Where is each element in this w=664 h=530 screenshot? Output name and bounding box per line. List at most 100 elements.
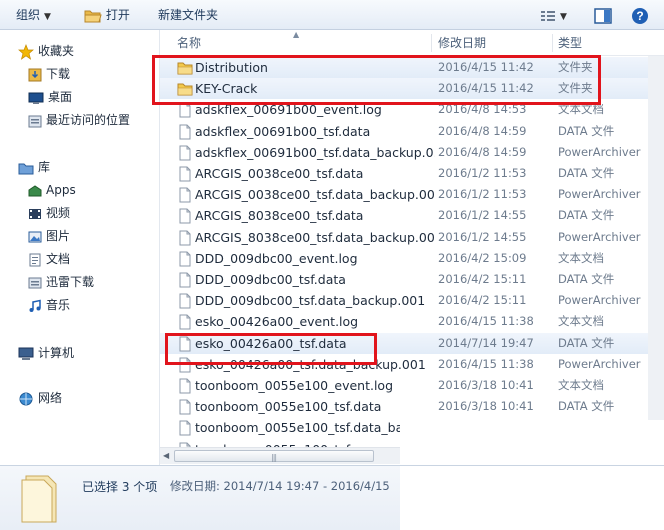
file-type: 文本文档	[558, 314, 604, 329]
file-name: ARCGIS_0038ce00_tsf.data_backup.001	[195, 187, 435, 203]
grip-icon: |||	[271, 453, 277, 462]
file-row[interactable]: toonboom_0055e100_event.log 2016/3/18 10:…	[160, 375, 664, 396]
file-row[interactable]: ARCGIS_8038ce00_tsf.data_backup.001 2016/…	[160, 227, 664, 248]
file-row[interactable]: ARCGIS_0038ce00_tsf.data 2016/1/2 11:53 DA…	[160, 163, 664, 184]
file-modified-date: 2016/3/18 10:41	[438, 378, 534, 392]
apps-library-icon	[28, 184, 42, 196]
file-row[interactable]: adskflex_00691b00_tsf.data_backup.0... 20…	[160, 142, 664, 163]
column-divider[interactable]	[431, 34, 432, 52]
file-name: ARCGIS_8038ce00_tsf.data	[195, 208, 364, 224]
file-name: DDD_009dbc00_event.log	[195, 250, 358, 266]
file-name: toonboom_0055e100_event.log	[195, 378, 394, 393]
file-modified-date: 2016/1/2 14:55	[438, 208, 527, 223]
video-library-icon	[29, 208, 41, 219]
file-row[interactable]: ARCGIS_8038ce00_tsf.data 2016/1/2 14:55 DA…	[160, 205, 664, 226]
file-icon	[179, 399, 191, 415]
chevron-down-icon: ▼	[44, 12, 51, 22]
file-icon	[179, 251, 191, 267]
new-folder-label: 新建文件夹	[158, 8, 219, 22]
scroll-left-icon[interactable]: ◀	[163, 451, 169, 460]
file-row[interactable]: adskflex_00691b00_tsf.data 2016/4/8 14:59…	[160, 121, 664, 142]
file-modified-date: 2016/4/15 11:38	[438, 314, 534, 329]
horizontal-scroll-thumb[interactable]: |||	[174, 450, 374, 462]
nav-network[interactable]: 网络	[18, 387, 62, 409]
nav-pictures[interactable]: 图片	[28, 225, 70, 247]
nav-apps[interactable]: Apps	[28, 179, 76, 201]
file-icon	[179, 145, 191, 161]
horizontal-scrollbar[interactable]: ◀ |||	[160, 447, 400, 464]
nav-desktop-label: 桌面	[48, 90, 73, 104]
vertical-scrollbar[interactable]	[648, 56, 664, 436]
thunder-downloads-icon	[28, 277, 42, 288]
file-type: 文本文档	[558, 250, 604, 265]
network-icon	[19, 392, 33, 405]
nav-music-label: 音乐	[46, 298, 71, 312]
file-name: adskflex_00691b00_tsf.data_backup.0...	[195, 144, 435, 160]
chevron-down-icon: ▼	[560, 12, 567, 22]
open-folder-icon	[84, 10, 102, 22]
nav-favorites[interactable]: 收藏夹	[18, 40, 74, 62]
column-header-name[interactable]: 名称	[177, 30, 201, 56]
preview-pane-icon	[594, 7, 612, 24]
nav-desktop[interactable]: 桌面	[28, 86, 72, 108]
nav-videos[interactable]: 视频	[28, 202, 70, 224]
nav-computer[interactable]: 计算机	[18, 342, 74, 364]
file-row[interactable]: toonboom_0055e100_tsf.data 2016/3/18 10:4…	[160, 396, 664, 417]
file-type: 文本文档	[558, 378, 604, 392]
file-modified-date: 2016/1/2 11:53	[438, 187, 527, 202]
file-type: DATA 文件	[558, 123, 615, 138]
file-row[interactable]: ARCGIS_0038ce00_tsf.data_backup.001 2016/…	[160, 184, 664, 205]
file-row[interactable]: DDD_009dbc00_event.log 2016/4/2 15:09 文本文档	[160, 248, 664, 269]
preview-pane-button[interactable]	[594, 0, 612, 30]
nav-favorites-label: 收藏夹	[38, 44, 75, 58]
nav-downloads[interactable]: 下载	[28, 63, 70, 85]
new-folder-button[interactable]: 新建文件夹	[158, 0, 218, 30]
navigation-pane: 收藏夹 下载 桌面 最近访问的位置 库 Apps 视频 图片 文档 迅雷下载 音…	[0, 30, 160, 465]
highlight-box-esko-file	[165, 333, 377, 365]
music-note-icon	[29, 299, 41, 312]
file-type: DATA 文件	[558, 399, 615, 414]
file-modified-date: 2014/7/14 19:47	[438, 335, 534, 350]
nav-music[interactable]: 音乐	[28, 294, 70, 316]
file-type: PowerArchiver	[558, 229, 641, 244]
column-header-date[interactable]: 修改日期	[438, 30, 486, 56]
file-icon	[179, 208, 191, 224]
column-header-row: 名称 ▲ 修改日期 类型	[160, 30, 664, 56]
view-options-button[interactable]: ▼	[540, 0, 567, 30]
nav-network-label: 网络	[38, 391, 63, 405]
svg-text:?: ?	[636, 9, 643, 23]
nav-libraries[interactable]: 库	[18, 156, 50, 178]
nav-libraries-label: 库	[38, 160, 51, 174]
column-divider[interactable]	[552, 34, 553, 52]
file-icon	[179, 187, 191, 203]
file-row[interactable]: esko_00426a00_event.log 2016/4/15 11:38 文本…	[160, 311, 664, 332]
nav-pictures-label: 图片	[46, 229, 71, 243]
help-button[interactable]: ?	[631, 0, 649, 30]
file-name: ARCGIS_0038ce00_tsf.data	[195, 166, 364, 181]
organize-button[interactable]: 组织 ▼	[16, 0, 51, 30]
file-modified-date: 2016/4/8 14:59	[438, 123, 527, 138]
file-modified-date: 2016/3/18 10:41	[438, 399, 534, 414]
nav-documents[interactable]: 文档	[28, 248, 70, 270]
nav-apps-label: Apps	[46, 183, 76, 197]
desktop-icon	[28, 92, 44, 104]
downloads-folder-icon	[28, 68, 42, 81]
file-modified-date: 2016/4/15 11:38	[438, 356, 534, 371]
pictures-library-icon	[28, 231, 42, 242]
nav-computer-label: 计算机	[38, 346, 75, 360]
open-button[interactable]: 打开	[84, 0, 130, 30]
details-pane: 已选择 3 个项 修改日期: 2014/7/14 19:47 - 2016/4/…	[0, 465, 664, 530]
nav-thunder-label: 迅雷下载	[46, 275, 95, 289]
nav-documents-label: 文档	[46, 252, 71, 266]
column-header-type[interactable]: 类型	[558, 30, 582, 56]
file-name: DDD_009dbc00_tsf.data	[195, 272, 346, 287]
nav-thunder-downloads[interactable]: 迅雷下载	[28, 271, 94, 293]
file-name: ARCGIS_8038ce00_tsf.data_backup.001	[195, 229, 435, 245]
file-modified-date: 2016/1/2 14:55	[438, 229, 527, 244]
file-row[interactable]: DDD_009dbc00_tsf.data_backup.001 2016/4/2…	[160, 290, 664, 311]
open-label: 打开	[105, 8, 130, 22]
view-details-icon	[541, 10, 555, 21]
file-modified-date: 2016/4/2 15:11	[438, 272, 527, 286]
nav-recent-places[interactable]: 最近访问的位置	[28, 109, 130, 131]
file-row[interactable]: DDD_009dbc00_tsf.data 2016/4/2 15:11 DATA …	[160, 269, 664, 290]
